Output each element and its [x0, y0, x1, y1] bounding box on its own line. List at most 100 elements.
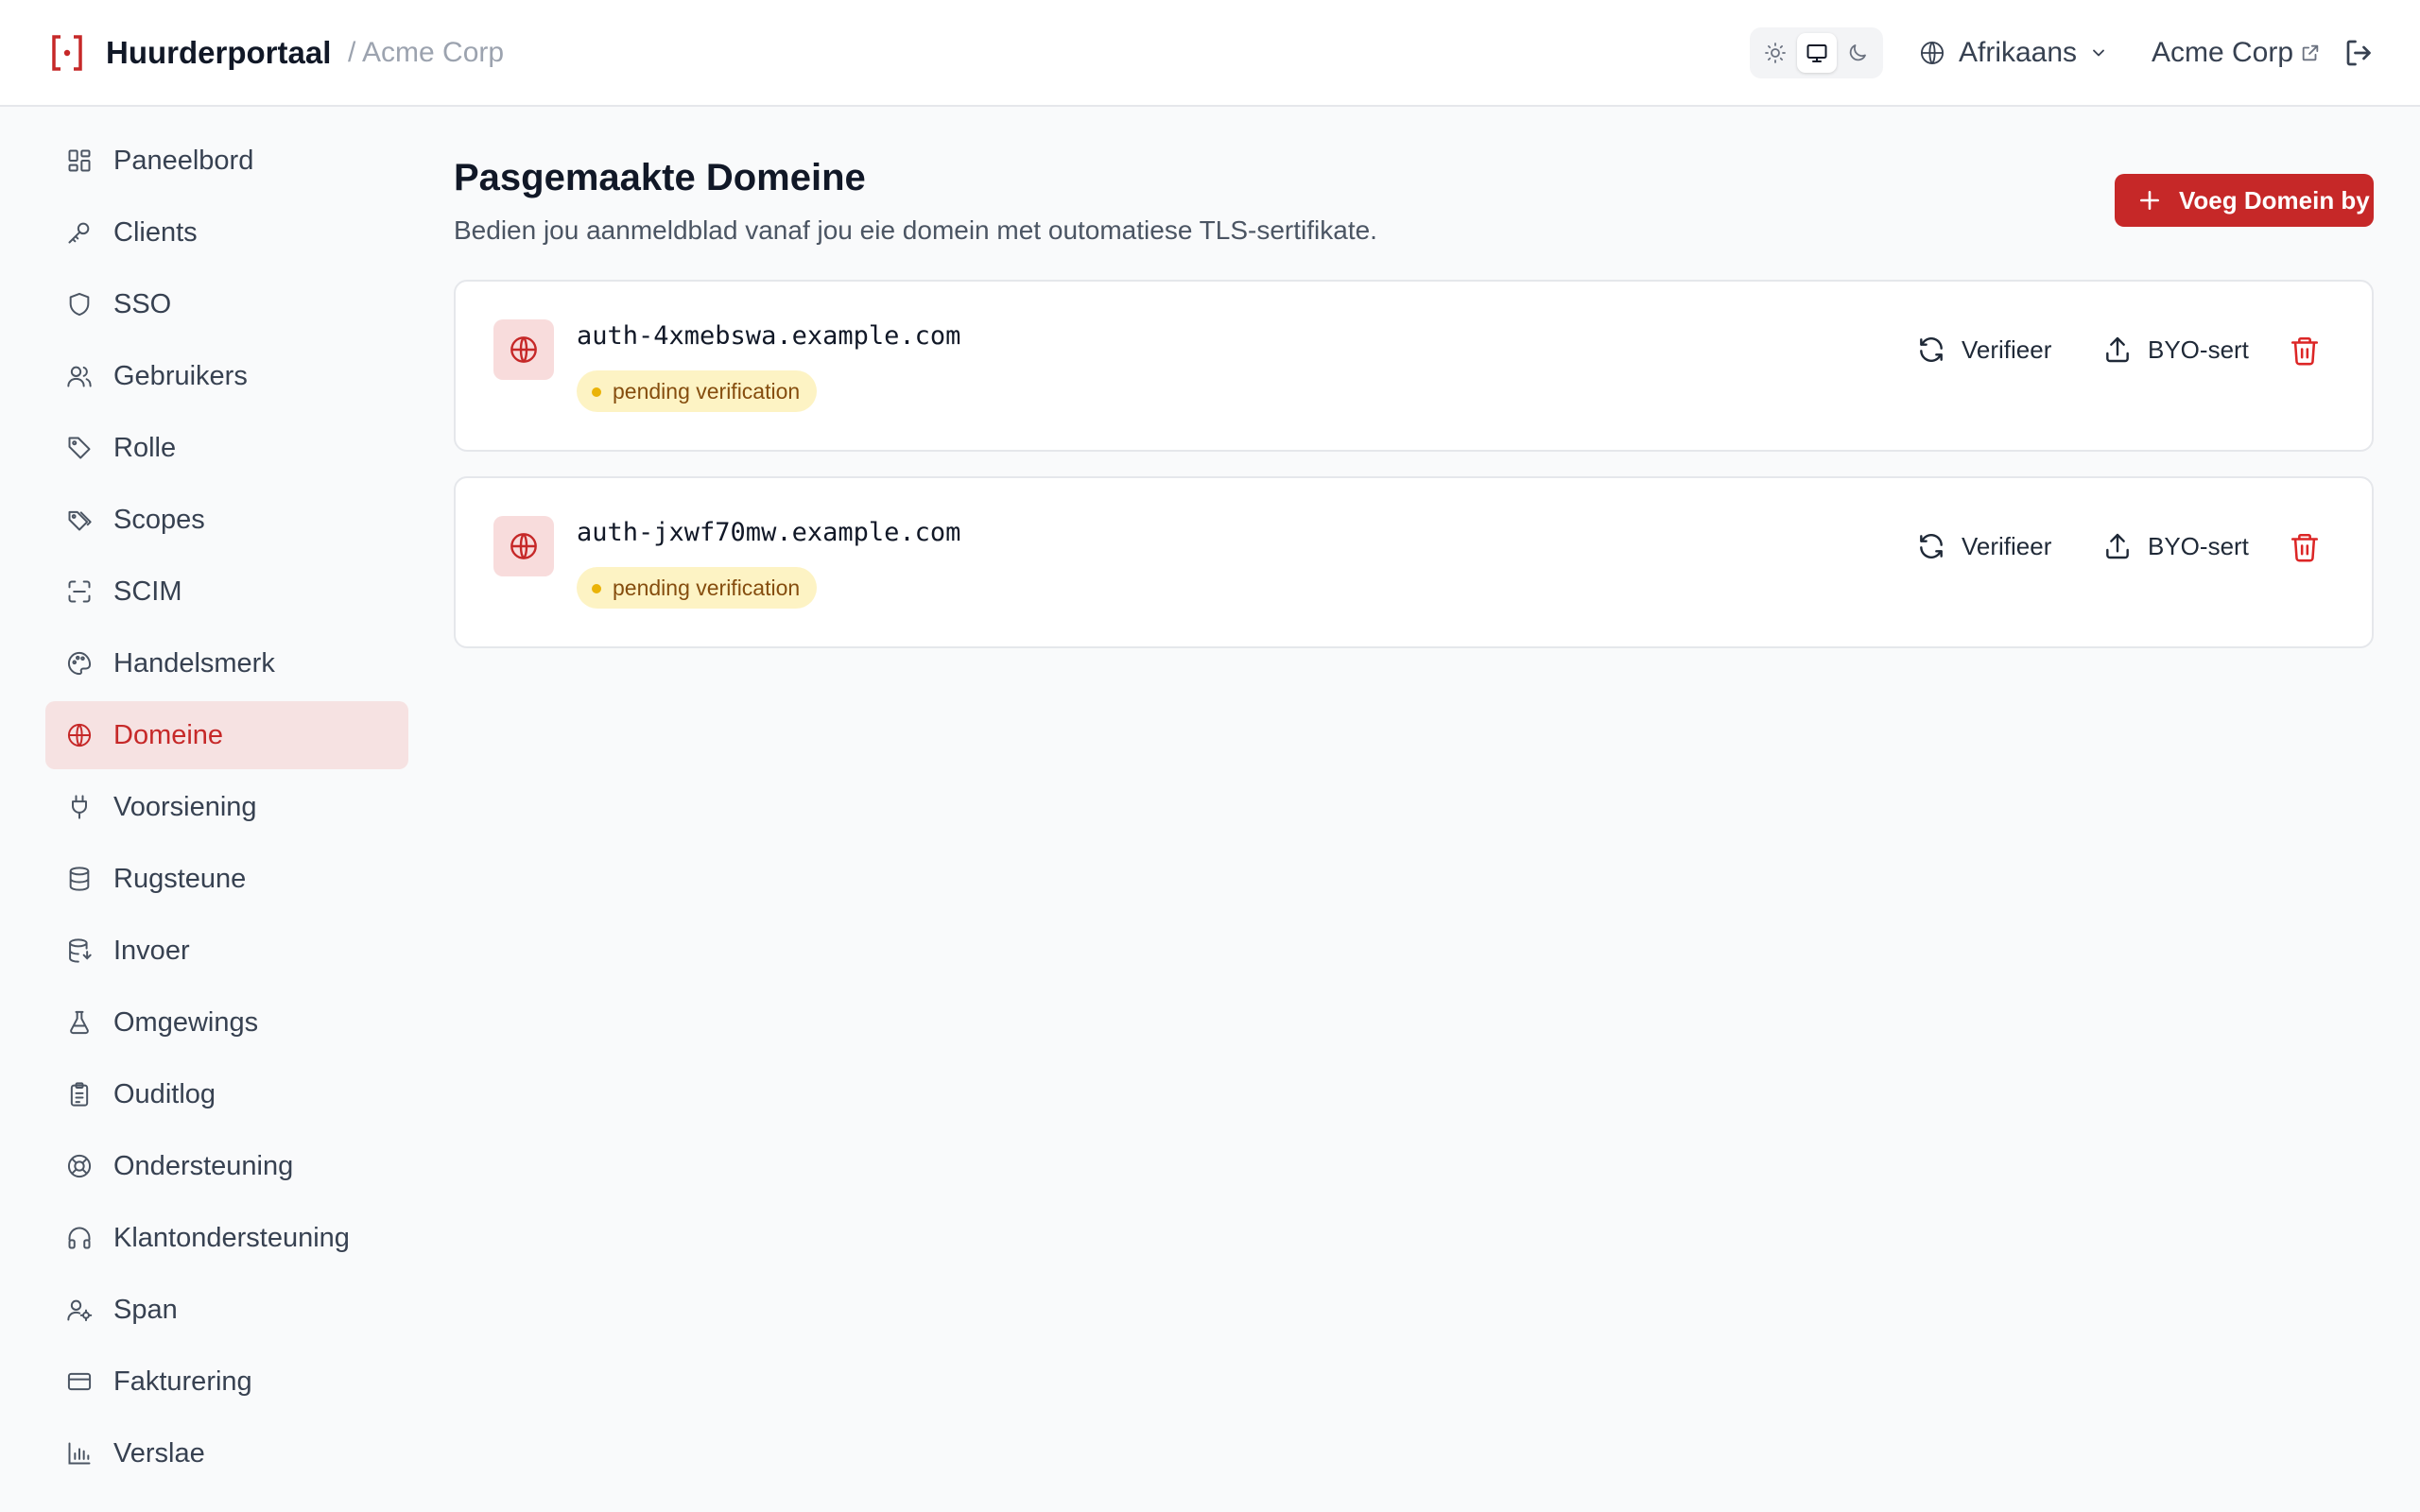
sidebar-item-rugsteune[interactable]: Rugsteune [45, 845, 408, 913]
sidebar-item-handelsmerk[interactable]: Handelsmerk [45, 629, 408, 697]
sidebar-item-fakturering[interactable]: Fakturering [45, 1348, 408, 1416]
sidebar-item-label: Gebruikers [113, 361, 248, 391]
globe-icon [1920, 41, 1945, 65]
byo-cert-label: BYO-sert [2148, 335, 2249, 364]
user-cog-icon [67, 1299, 93, 1322]
sidebar-item-rolle[interactable]: Rolle [45, 414, 408, 482]
light-theme-button[interactable] [1755, 33, 1795, 73]
breadcrumb-tenant: / Acme Corp [348, 37, 505, 68]
sidebar-item-klantondersteuning[interactable]: Klantondersteuning [45, 1204, 408, 1272]
logout-icon[interactable] [2342, 36, 2377, 70]
domain-card: auth-4xmebswa.example.com pending verifi… [454, 280, 2374, 452]
status-dot [592, 584, 601, 593]
app-title[interactable]: Huurderportaal [106, 32, 331, 74]
dashboard-icon [68, 149, 91, 172]
bar-chart-icon [68, 1442, 91, 1465]
sidebar-item-span[interactable]: Span [45, 1276, 408, 1344]
upload-icon [2106, 336, 2129, 363]
external-link-icon [2302, 44, 2319, 61]
sidebar-item-label: Rugsteune [113, 864, 247, 894]
lifebuoy-icon [67, 1154, 92, 1178]
sidebar-item-invoer[interactable]: Invoer [45, 917, 408, 985]
top-bar: Huurderportaal / Acme Corp Afrikaans Acm… [0, 0, 2420, 107]
sidebar-item-label: Omgewings [113, 1007, 259, 1038]
trash-icon[interactable] [2289, 531, 2321, 563]
tenant-label: Acme Corp [2152, 37, 2294, 68]
logo-icon [52, 35, 82, 71]
status-badge: pending verification [577, 370, 818, 412]
plug-icon [72, 795, 87, 819]
sidebar-item-label: SSO [113, 289, 172, 319]
domain-card: auth-jxwf70mw.example.com pending verifi… [454, 476, 2374, 648]
globe-icon [67, 723, 92, 747]
upload-icon [2106, 533, 2129, 559]
sidebar-item-domeine[interactable]: Domeine [45, 701, 408, 769]
sidebar-item-label: Invoer [113, 936, 190, 966]
sidebar-item-label: SCIM [113, 576, 182, 607]
sidebar-item-label: Paneelbord [113, 146, 254, 176]
verify-label: Verifieer [1962, 532, 2052, 560]
sidebar-item-clients[interactable]: Clients [45, 198, 408, 266]
shield-icon [69, 292, 90, 317]
chevron-down-icon [2093, 49, 2104, 57]
sidebar-item-paneelbord[interactable]: Paneelbord [45, 127, 408, 195]
database-icon [69, 867, 90, 891]
domain-icon [493, 319, 554, 380]
plus-icon [2140, 191, 2159, 210]
sidebar-item-verslae[interactable]: Verslae [45, 1419, 408, 1487]
key-icon [68, 222, 90, 244]
sidebar-item-ouditlog[interactable]: Ouditlog [45, 1060, 408, 1128]
sidebar-item-scopes[interactable]: Scopes [45, 486, 408, 554]
monitor-icon [1806, 44, 1827, 62]
add-domain-label: Voeg Domein by [2179, 186, 2370, 215]
flask-icon [70, 1010, 89, 1035]
globe-icon [510, 533, 537, 559]
sidebar-item-scim[interactable]: SCIM [45, 558, 408, 626]
byo-cert-label: BYO-sert [2148, 532, 2249, 560]
users-icon [67, 366, 92, 387]
sidebar-item-label: Klantondersteuning [113, 1223, 350, 1253]
domain-icon [493, 516, 554, 576]
moon-icon [1849, 44, 1866, 61]
sidebar-item-label: Verslae [113, 1438, 205, 1469]
refresh-icon [1920, 534, 1943, 558]
scan-icon [68, 580, 91, 603]
domain-name: auth-jxwf70mw.example.com [577, 518, 961, 547]
sidebar-item-label: Voorsiening [113, 792, 257, 822]
sidebar-item-label: Fakturering [113, 1366, 252, 1397]
sidebar-item-label: Ouditlog [113, 1079, 216, 1109]
credit-card-icon [67, 1372, 92, 1391]
sidebar-item-ondersteuning[interactable]: Ondersteuning [45, 1132, 408, 1200]
status-label: pending verification [613, 379, 801, 404]
sidebar-item-label: Domeine [113, 720, 224, 750]
sidebar-item-label: Rolle [113, 433, 177, 463]
system-theme-button[interactable] [1797, 33, 1837, 73]
status-badge: pending verification [577, 567, 818, 609]
sidebar-item-voorsiening[interactable]: Voorsiening [45, 773, 408, 841]
add-domain-button[interactable]: Voeg Domein by [2115, 174, 2374, 227]
sidebar-item-omgewings[interactable]: Omgewings [45, 988, 408, 1057]
status-label: pending verification [613, 576, 801, 600]
trash-icon[interactable] [2289, 335, 2321, 367]
sidebar-item-label: Clients [113, 217, 198, 248]
status-dot [592, 387, 601, 397]
sidebar-item-sso[interactable]: SSO [45, 270, 408, 338]
palette-icon [68, 651, 92, 676]
sidebar-item-label: Scopes [113, 505, 205, 535]
sidebar-item-label: Ondersteuning [113, 1151, 294, 1181]
verify-label: Verifieer [1962, 335, 2052, 364]
dark-theme-button[interactable] [1838, 33, 1877, 73]
tag-icon [68, 437, 91, 459]
sun-icon [1765, 43, 1786, 63]
database-import-icon [69, 938, 92, 963]
language-label: Afrikaans [1959, 37, 2078, 68]
sidebar-item-label: Handelsmerk [113, 648, 275, 679]
globe-icon [510, 336, 537, 363]
theme-toggle [1750, 27, 1883, 78]
sidebar-item-gebruikers[interactable]: Gebruikers [45, 342, 408, 410]
clipboard-icon [70, 1082, 89, 1107]
page-subtitle: Bedien jou aanmeldblad vanaf jou eie dom… [454, 215, 1377, 245]
sidebar-item-label: Span [113, 1295, 178, 1325]
headphones-icon [68, 1227, 91, 1249]
page-title: Pasgemaakte Domeine [454, 157, 866, 198]
